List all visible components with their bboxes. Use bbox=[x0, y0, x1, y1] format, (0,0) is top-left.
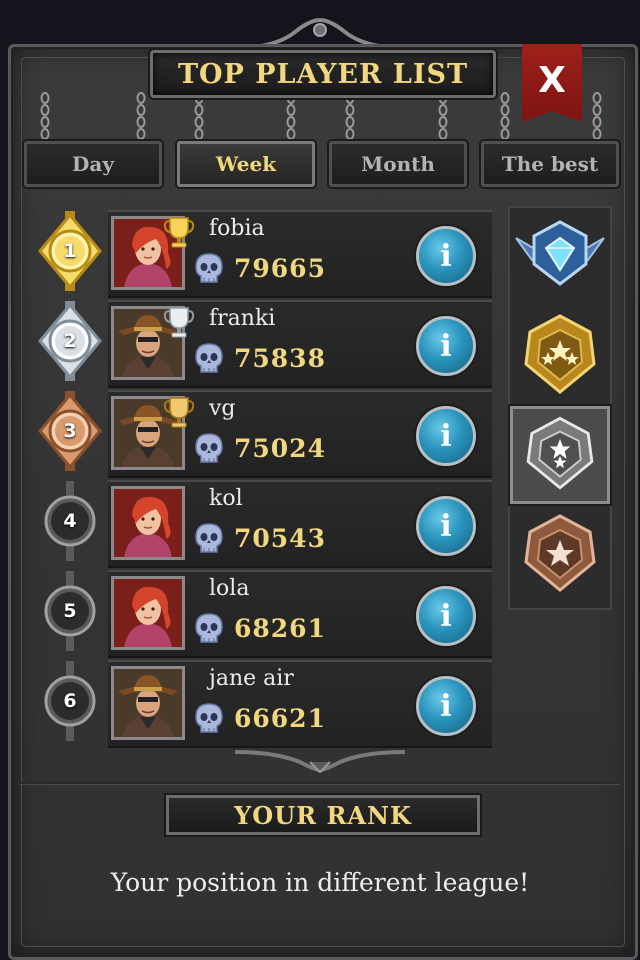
player-score: 70543 bbox=[234, 524, 326, 553]
player-info-button[interactable]: i bbox=[416, 316, 476, 376]
player-row[interactable]: vg 75024 i bbox=[108, 390, 492, 478]
player-info-button[interactable]: i bbox=[416, 496, 476, 556]
player-name: kol bbox=[209, 486, 243, 511]
close-button[interactable]: X bbox=[522, 44, 582, 122]
chain-decoration bbox=[500, 92, 510, 140]
league-selector bbox=[508, 206, 612, 610]
tab-month[interactable]: Month bbox=[329, 141, 467, 187]
page-title: TOP PLAYER LIST bbox=[150, 50, 496, 98]
player-score: 68261 bbox=[234, 614, 326, 643]
silver-league-icon[interactable] bbox=[510, 406, 610, 504]
player-row[interactable]: franki 75838 i bbox=[108, 300, 492, 388]
tab-week[interactable]: Week bbox=[177, 141, 315, 187]
chain-decoration bbox=[40, 92, 50, 140]
player-row[interactable]: lola 68261 i bbox=[108, 570, 492, 658]
rank-number: 5 bbox=[63, 600, 77, 622]
player-score: 79665 bbox=[234, 254, 326, 283]
bronze-trophy-icon bbox=[162, 394, 196, 430]
gold-league-icon[interactable] bbox=[510, 308, 610, 406]
player-score: 75838 bbox=[234, 344, 326, 373]
rank-medal: 6 bbox=[30, 661, 110, 741]
player-name: lola bbox=[209, 576, 250, 601]
rank-medal: 3 bbox=[30, 391, 110, 471]
player-score: 75024 bbox=[234, 434, 326, 463]
female-redhead-portrait bbox=[111, 576, 185, 650]
tab-day[interactable]: Day bbox=[24, 141, 162, 187]
rank-number: 1 bbox=[63, 240, 77, 262]
rank-number: 4 bbox=[63, 510, 77, 532]
rank-medal: 4 bbox=[30, 481, 110, 561]
player-row[interactable]: kol 70543 i bbox=[108, 480, 492, 568]
male-cowboy-portrait bbox=[111, 666, 185, 740]
skull-icon bbox=[194, 342, 224, 376]
rank-medal: 5 bbox=[30, 571, 110, 651]
chain-decoration bbox=[592, 92, 602, 140]
player-name: vg bbox=[209, 396, 236, 421]
rank-number: 6 bbox=[63, 690, 77, 712]
skull-icon bbox=[194, 432, 224, 466]
skull-icon bbox=[194, 252, 224, 286]
bottom-ornament bbox=[234, 750, 406, 774]
rank-number: 2 bbox=[63, 330, 77, 352]
player-row[interactable]: jane air 66621 i bbox=[108, 660, 492, 748]
rank-medal: 1 bbox=[30, 211, 110, 291]
bronze-league-icon[interactable] bbox=[510, 506, 610, 604]
player-info-button[interactable]: i bbox=[416, 406, 476, 466]
player-name: jane air bbox=[209, 666, 294, 691]
skull-icon bbox=[194, 612, 224, 646]
player-name: fobia bbox=[209, 216, 265, 241]
silver-trophy-icon bbox=[162, 304, 196, 340]
rank-number: 3 bbox=[63, 420, 77, 442]
rank-medal: 2 bbox=[30, 301, 110, 381]
player-info-button[interactable]: i bbox=[416, 226, 476, 286]
player-info-button[interactable]: i bbox=[416, 586, 476, 646]
skull-icon bbox=[194, 702, 224, 736]
player-score: 66621 bbox=[234, 704, 326, 733]
gold-trophy-icon bbox=[162, 214, 196, 250]
chain-decoration bbox=[136, 92, 146, 140]
skull-icon bbox=[194, 522, 224, 556]
your-rank-message: Your position in different league! bbox=[110, 868, 530, 897]
diamond-league-icon[interactable] bbox=[510, 208, 610, 306]
female-redhead-portrait bbox=[111, 486, 185, 560]
section-divider bbox=[20, 782, 620, 784]
player-row[interactable]: fobia 79665 i bbox=[108, 210, 492, 298]
your-rank-title: YOUR RANK bbox=[166, 795, 480, 835]
player-info-button[interactable]: i bbox=[416, 676, 476, 736]
tab-the-best[interactable]: The best bbox=[481, 141, 619, 187]
player-name: franki bbox=[209, 306, 276, 331]
